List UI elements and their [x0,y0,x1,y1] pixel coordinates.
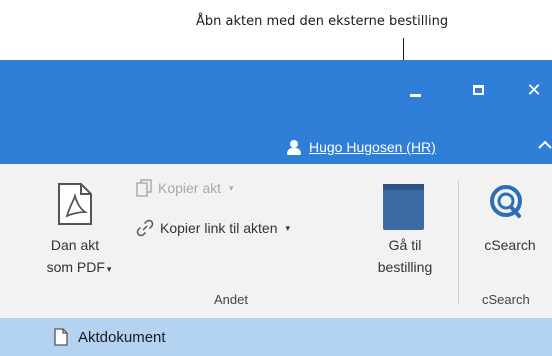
user-name-link[interactable]: Hugo Hugosen (HR) [309,139,436,155]
collapse-ribbon-chevron-icon[interactable] [536,136,552,154]
bestilling-label: bestilling [377,259,433,275]
dropdown-caret-icon: ▾ [285,222,291,233]
minimize-icon [409,93,421,97]
dropdown-caret-icon: ▾ [106,264,112,274]
maximize-button[interactable] [468,80,488,100]
aktdokument-row[interactable]: Aktdokument [0,318,552,356]
user-account[interactable]: Hugo Hugosen (HR) [287,136,436,158]
ribbon-separator [458,180,459,304]
close-button[interactable]: ✕ [522,78,546,102]
group-label-andet: Andet [214,292,248,307]
minimize-button[interactable] [405,80,425,100]
gaa-til-label: Gå til [388,237,422,253]
link-icon [136,219,154,237]
title-bar [0,60,552,164]
copy-icon [136,179,152,197]
dropdown-caret-icon: ▾ [229,182,234,193]
close-icon: ✕ [526,79,542,100]
som-pdf-label: som PDF ▾ [46,259,112,275]
document-icon [54,328,68,346]
callout-text: Åbn akten med den eksterne bestilling [196,14,449,29]
pdf-icon [58,183,92,225]
user-icon [287,139,301,155]
csearch-label: cSearch [484,237,536,253]
kopier-akt-label: Kopier akt [158,180,222,196]
group-label-csearch: cSearch [482,292,530,307]
kopier-link-button[interactable]: Kopier link til akten ▾ [136,219,290,237]
aktdokument-label: Aktdokument [78,328,166,346]
bestilling-icon [383,184,424,230]
csearch-icon [490,185,522,218]
dan-akt-label: Dan akt [50,237,100,253]
kopier-akt-button[interactable]: Kopier akt ▾ [136,179,234,197]
maximize-icon [472,85,484,95]
kopier-link-label: Kopier link til akten [160,220,278,236]
